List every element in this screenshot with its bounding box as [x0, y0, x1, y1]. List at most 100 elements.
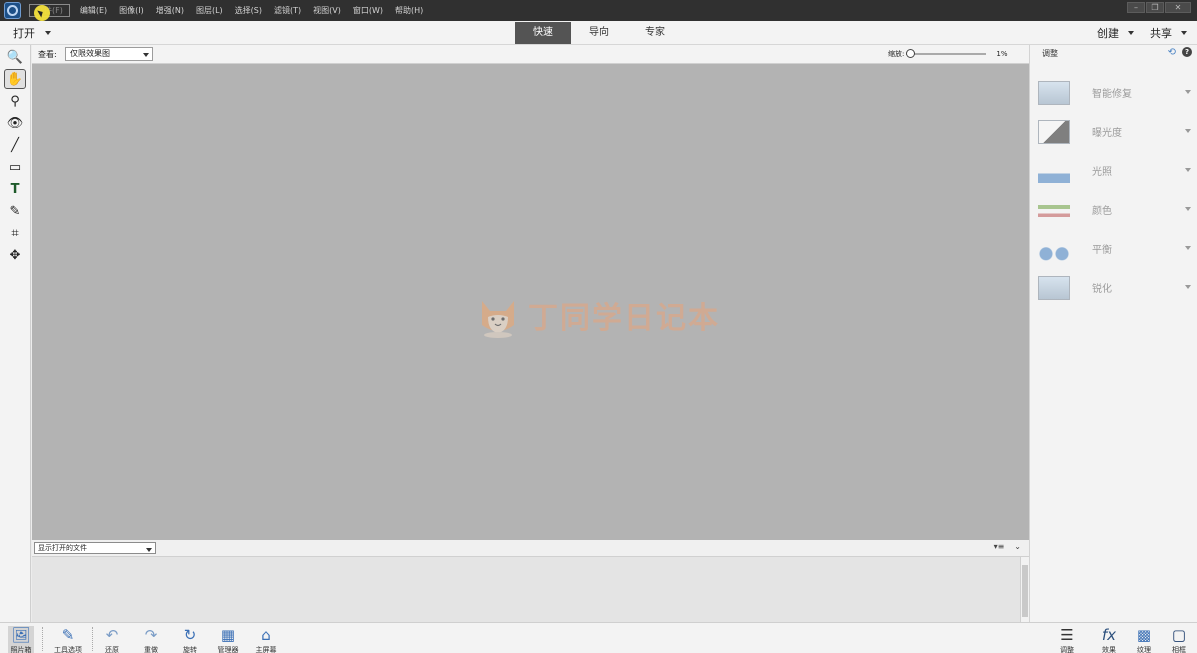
- menu-edit[interactable]: 编辑(E): [74, 0, 113, 21]
- files-select-value: 显示打开的文件: [38, 544, 87, 552]
- adjustment-balance[interactable]: 平衡: [1030, 229, 1197, 268]
- menu-window[interactable]: 窗口(W): [347, 0, 389, 21]
- task-label: 照片箱: [10, 646, 32, 653]
- task-label: 管理器: [217, 646, 239, 653]
- adjustment-sharpen[interactable]: 锐化: [1030, 268, 1197, 307]
- menu-layer[interactable]: 图层(L): [190, 0, 229, 21]
- adjustment-label: 智能修复: [1092, 89, 1132, 100]
- photo-bin-header: 显示打开的文件 ▾≡ ⌄: [32, 540, 1029, 557]
- mode-bar: 打开 快速 导向 专家 创建 共享: [0, 21, 1197, 45]
- adjustment-lighting[interactable]: 光照: [1030, 151, 1197, 190]
- menu-help[interactable]: 帮助(H): [389, 0, 429, 21]
- zoom-tool-icon[interactable]: 🔍: [4, 47, 26, 67]
- bottom-taskbar: 🖼 照片箱 ✎ 工具选项 ↶ 还原 ↷ 重做 ↻ 旋转 ▦ 管理器 ⌂ 主屏幕 …: [0, 622, 1197, 653]
- whiten-teeth-tool-icon[interactable]: ╱: [4, 135, 26, 155]
- app-logo-icon: [4, 2, 21, 19]
- zoom-value: 1%: [996, 50, 1008, 58]
- photo-bin-button[interactable]: 🖼 照片箱: [8, 626, 34, 653]
- tab-expert[interactable]: 专家: [627, 22, 683, 44]
- organizer-icon: ▦: [220, 626, 236, 644]
- bin-scrollbar[interactable]: [1020, 557, 1029, 622]
- type-tool-icon[interactable]: T: [4, 179, 26, 199]
- tab-quick[interactable]: 快速: [515, 22, 571, 44]
- menu-image[interactable]: 图像(I): [113, 0, 150, 21]
- bin-icons: ▾≡ ⌄: [994, 542, 1021, 551]
- mode-tabs: 快速 导向 专家: [515, 22, 683, 44]
- task-label: 主屏幕: [255, 646, 277, 653]
- smart-fix-icon: [1038, 80, 1070, 105]
- redo-button[interactable]: ↷ 重做: [139, 626, 163, 653]
- chevron-down-icon: [1128, 31, 1134, 35]
- mouse-cursor-icon: [34, 5, 50, 21]
- panel-icons: ⟲ ?: [1168, 47, 1192, 58]
- left-toolbar: 🔍 ✋ ⚲ 👁 ╱ ▭ T ✎ ⌗ ✥: [0, 45, 31, 622]
- adjustment-label: 颜色: [1092, 206, 1112, 217]
- frame-icon: ▢: [1171, 626, 1187, 644]
- chevron-down-icon: [1185, 129, 1191, 133]
- tool-options-icon: ✎: [61, 626, 75, 644]
- effects-button[interactable]: fx 效果: [1096, 626, 1122, 653]
- share-button[interactable]: 共享: [1150, 25, 1187, 41]
- open-button[interactable]: 打开: [13, 25, 51, 41]
- bin-scrollbar-thumb[interactable]: [1022, 565, 1028, 617]
- rotate-button[interactable]: ↻ 旋转: [178, 626, 202, 653]
- chevron-down-icon: [1185, 285, 1191, 289]
- chevron-down-icon: [146, 548, 152, 552]
- frames-button[interactable]: ▢ 相框: [1166, 626, 1192, 653]
- quick-selection-tool-icon[interactable]: ⚲: [4, 91, 26, 111]
- watermark: 丁同学日记本: [474, 291, 720, 339]
- adjustment-smart-fix[interactable]: 智能修复: [1030, 73, 1197, 112]
- menu-filter[interactable]: 滤镜(T): [268, 0, 307, 21]
- main-menu: 文件(F) 编辑(E) 图像(I) 增强(N) 图层(L) 选择(S) 滤镜(T…: [29, 0, 429, 21]
- close-button[interactable]: ✕: [1165, 2, 1191, 13]
- adjustments-button[interactable]: ☰ 调整: [1054, 626, 1080, 653]
- task-label: 相框: [1172, 646, 1186, 653]
- shiba-dog-icon: [482, 301, 514, 338]
- share-label: 共享: [1150, 27, 1172, 40]
- organizer-button[interactable]: ▦ 管理器: [215, 626, 241, 653]
- sliders-icon: ☰: [1060, 626, 1074, 644]
- reset-icon[interactable]: ⟲: [1168, 47, 1176, 58]
- straighten-tool-icon[interactable]: ▭: [4, 157, 26, 177]
- photo-bin-icon: 🖼: [11, 626, 31, 644]
- menu-view[interactable]: 视图(V): [307, 0, 347, 21]
- tab-guided[interactable]: 导向: [571, 22, 627, 44]
- adjustment-color[interactable]: 颜色: [1030, 190, 1197, 229]
- menu-bar: 文件(F) 编辑(E) 图像(I) 增强(N) 图层(L) 选择(S) 滤镜(T…: [0, 0, 1197, 21]
- zoom-slider-handle[interactable]: [906, 49, 916, 58]
- help-icon[interactable]: ?: [1182, 47, 1192, 57]
- restore-button[interactable]: ❐: [1146, 2, 1164, 13]
- minimize-button[interactable]: –: [1127, 2, 1145, 13]
- spot-healing-tool-icon[interactable]: ✎: [4, 201, 26, 221]
- exposure-icon: [1038, 119, 1070, 144]
- menu-select[interactable]: 选择(S): [229, 0, 268, 21]
- rotate-icon: ↻: [183, 626, 197, 644]
- zoom-label: 缩放:: [888, 50, 905, 58]
- task-label: 还原: [105, 646, 119, 653]
- menu-enhance[interactable]: 增强(N): [150, 0, 190, 21]
- files-select[interactable]: 显示打开的文件: [34, 542, 156, 554]
- home-screen-button[interactable]: ⌂ 主屏幕: [253, 626, 279, 653]
- task-label: 调整: [1060, 646, 1074, 653]
- bin-options-icon[interactable]: ▾≡: [994, 542, 1005, 551]
- create-button[interactable]: 创建: [1097, 25, 1134, 41]
- chevron-down-icon: [143, 53, 149, 57]
- image-canvas[interactable]: 丁同学日记本: [32, 64, 1029, 540]
- balance-scale-icon: [1038, 236, 1070, 261]
- view-select[interactable]: 仅限效果图: [65, 47, 153, 61]
- textures-button[interactable]: ▩ 纹理: [1131, 626, 1157, 653]
- adjustment-exposure[interactable]: 曝光度: [1030, 112, 1197, 151]
- undo-icon: ↶: [105, 626, 119, 644]
- adjustment-label: 平衡: [1092, 245, 1112, 256]
- hand-tool-icon[interactable]: ✋: [4, 69, 26, 89]
- task-label: 纹理: [1137, 646, 1151, 653]
- tool-options-button[interactable]: ✎ 工具选项: [52, 626, 84, 653]
- collapse-bin-icon[interactable]: ⌄: [1014, 542, 1021, 551]
- move-tool-icon[interactable]: ✥: [4, 245, 26, 265]
- chevron-down-icon: [1185, 207, 1191, 211]
- red-eye-tool-icon[interactable]: 👁: [4, 113, 26, 133]
- crop-tool-icon[interactable]: ⌗: [4, 223, 26, 243]
- undo-button[interactable]: ↶ 还原: [100, 626, 124, 653]
- home-icon: ⌂: [261, 626, 271, 644]
- zoom-slider[interactable]: [906, 49, 987, 58]
